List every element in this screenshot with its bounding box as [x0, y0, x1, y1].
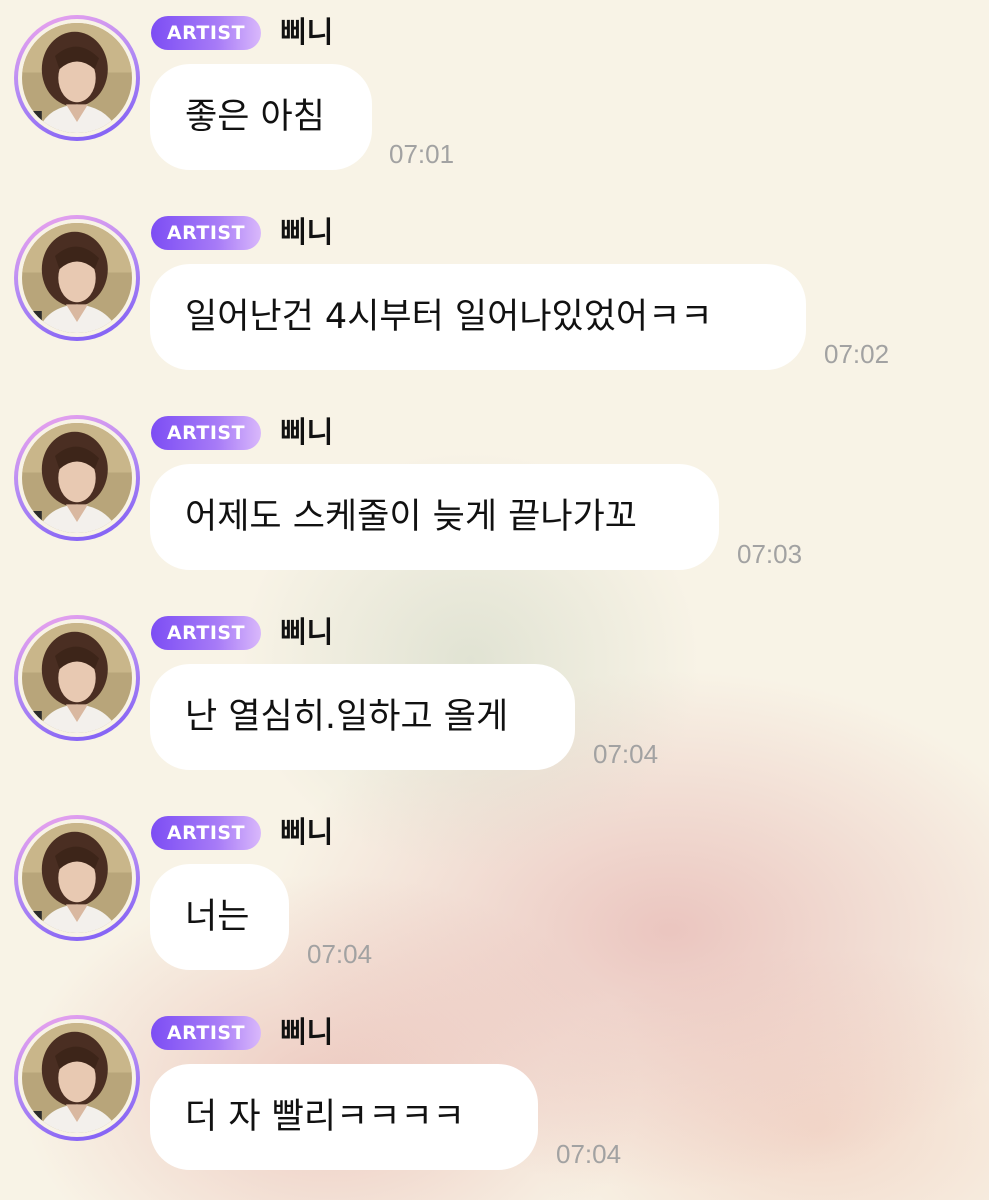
sender-name[interactable]: 삐니 [280, 212, 333, 252]
artist-profile-photo-icon [22, 423, 132, 533]
artist-profile-photo-icon [22, 823, 132, 933]
chat-message: ARTIST 삐니 어제도 스케줄이 늦게 끝나가꼬 07:03 [0, 400, 989, 600]
chat-message: ARTIST 삐니 더 자 빨리ㅋㅋㅋㅋ 07:04 [0, 1000, 989, 1200]
message-timestamp: 07:02 [824, 339, 890, 369]
artist-profile-photo-icon [22, 623, 132, 733]
message-bubble[interactable]: 좋은 아침 [150, 64, 372, 170]
message-bubble[interactable]: 어제도 스케줄이 늦게 끝나가꼬 [150, 464, 719, 570]
artist-profile-photo-icon [22, 223, 132, 333]
chat-message: ARTIST 삐니 좋은 아침 07:01 [0, 0, 989, 200]
message-bubble[interactable]: 난 열심히.일하고 올게 [150, 664, 575, 770]
artist-profile-photo-icon [22, 1023, 132, 1133]
sender-name[interactable]: 삐니 [280, 12, 333, 52]
message-timestamp: 07:04 [593, 739, 659, 769]
artist-avatar[interactable] [14, 1015, 140, 1141]
artist-avatar[interactable] [14, 215, 140, 341]
message-bubble[interactable]: 더 자 빨리ㅋㅋㅋㅋ [150, 1064, 538, 1170]
chat-message: ARTIST 삐니 난 열심히.일하고 올게 07:04 [0, 600, 989, 800]
message-bubble[interactable]: 너는 [150, 864, 289, 970]
sender-name[interactable]: 삐니 [280, 1012, 333, 1052]
artist-avatar[interactable] [14, 615, 140, 741]
chat-message: ARTIST 삐니 너는 07:04 [0, 800, 989, 1000]
artist-badge: ARTIST [151, 216, 261, 250]
message-timestamp: 07:04 [307, 939, 373, 969]
artist-avatar[interactable] [14, 815, 140, 941]
message-bubble[interactable]: 일어난건 4시부터 일어나있었어ㅋㅋ [150, 264, 806, 370]
sender-name[interactable]: 삐니 [280, 812, 333, 852]
artist-profile-photo-icon [22, 23, 132, 133]
artist-badge: ARTIST [151, 816, 261, 850]
chat-message-list[interactable]: ARTIST 삐니 좋은 아침 07:01 ARTIST 삐니 일어난건 4시부… [0, 0, 989, 1200]
artist-badge: ARTIST [151, 416, 261, 450]
message-timestamp: 07:01 [389, 139, 455, 169]
artist-badge: ARTIST [151, 1016, 261, 1050]
sender-name[interactable]: 삐니 [280, 612, 333, 652]
artist-badge: ARTIST [151, 616, 261, 650]
chat-message: ARTIST 삐니 일어난건 4시부터 일어나있었어ㅋㅋ 07:02 [0, 200, 989, 400]
message-timestamp: 07:03 [737, 539, 803, 569]
artist-avatar[interactable] [14, 415, 140, 541]
artist-avatar[interactable] [14, 15, 140, 141]
message-timestamp: 07:04 [556, 1139, 622, 1169]
sender-name[interactable]: 삐니 [280, 412, 333, 452]
artist-badge: ARTIST [151, 16, 261, 50]
